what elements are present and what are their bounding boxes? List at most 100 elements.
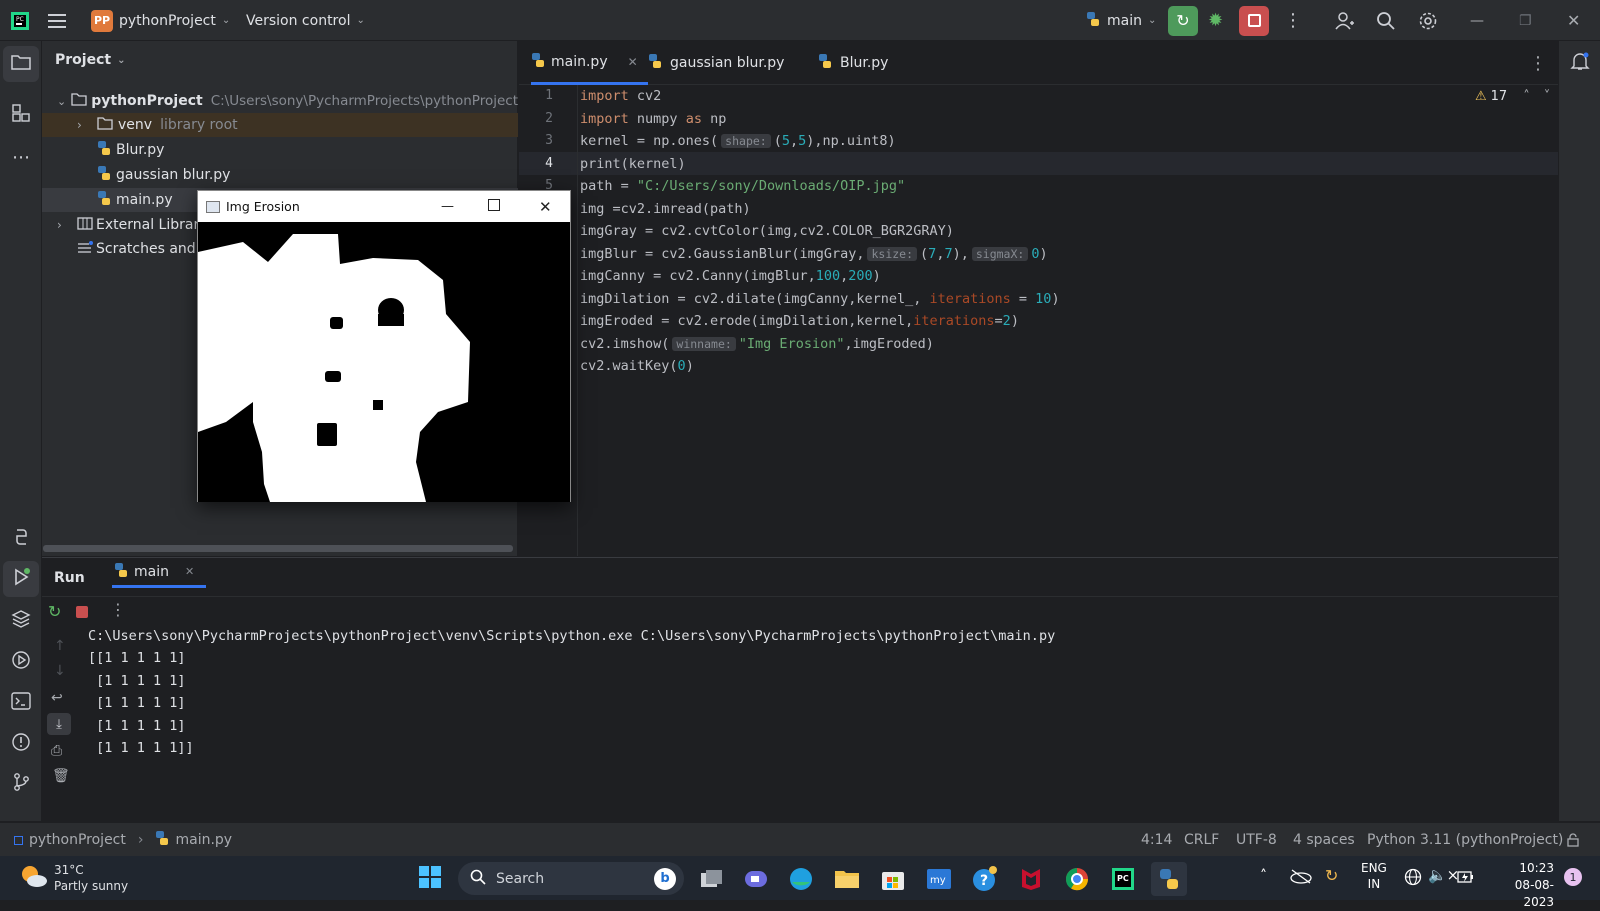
git-button[interactable] bbox=[0, 766, 42, 802]
problems-button[interactable] bbox=[0, 726, 42, 762]
file-name: main.py bbox=[116, 192, 173, 208]
tab-main-py[interactable]: main.py ✕ bbox=[531, 41, 648, 85]
scroll-down-icon[interactable]: ↓ bbox=[54, 663, 66, 679]
notifications-button[interactable] bbox=[1559, 45, 1600, 81]
lock-icon[interactable] bbox=[1566, 823, 1580, 857]
task-view-icon[interactable] bbox=[694, 862, 730, 896]
tree-row-file[interactable]: gaussian blur.py bbox=[42, 163, 518, 187]
run-tool-button[interactable] bbox=[3, 561, 39, 597]
taskbar-search-box[interactable]: Search b bbox=[458, 862, 684, 895]
file-explorer-icon[interactable] bbox=[829, 862, 865, 896]
python-window-taskbar-icon[interactable] bbox=[1151, 862, 1187, 896]
mcafee-icon[interactable] bbox=[1013, 862, 1049, 896]
python-interpreter[interactable]: Python 3.11 (pythonProject) bbox=[1367, 823, 1563, 857]
network-globe-icon[interactable] bbox=[1404, 868, 1422, 890]
services-icon bbox=[11, 650, 31, 674]
tree-row-venv[interactable]: › venv library root bbox=[42, 113, 518, 137]
project-switcher[interactable]: PP pythonProject ⌄ bbox=[91, 0, 230, 41]
python-packages-button[interactable] bbox=[0, 603, 42, 639]
services-button[interactable] bbox=[0, 644, 42, 680]
code-editor[interactable]: ⚠ 17 ˄ ˅ 1 2 3 4 5 6 7 8 9 10 11 12 13 i… bbox=[519, 85, 1558, 556]
chevron-down-icon: ⌄ bbox=[356, 15, 365, 26]
stop-icon[interactable] bbox=[76, 606, 88, 618]
version-control-menu[interactable]: Version control ⌄ bbox=[246, 0, 365, 41]
pycharm-taskbar-icon[interactable]: PC bbox=[1105, 862, 1141, 896]
python-console-button[interactable] bbox=[0, 521, 42, 557]
start-button[interactable] bbox=[412, 862, 448, 896]
help-icon[interactable]: ? bbox=[967, 862, 1003, 896]
more-tools-icon[interactable]: ⋯ bbox=[0, 139, 42, 175]
soft-wrap-icon[interactable]: ↩ bbox=[51, 690, 63, 706]
meet-icon[interactable] bbox=[738, 862, 774, 896]
edge-icon[interactable] bbox=[783, 862, 819, 896]
weather-desc: Partly sunny bbox=[54, 879, 129, 893]
close-tab-icon[interactable]: ✕ bbox=[185, 565, 194, 578]
main-menu-icon[interactable] bbox=[48, 0, 66, 41]
settings-gear-icon[interactable] bbox=[1418, 0, 1438, 41]
structure-tool-button[interactable] bbox=[0, 97, 42, 133]
store-icon[interactable] bbox=[875, 862, 911, 896]
chevron-down-icon[interactable]: ˅ bbox=[1544, 89, 1551, 104]
scroll-up-icon[interactable]: ↑ bbox=[54, 638, 66, 654]
add-user-icon[interactable] bbox=[1334, 0, 1354, 41]
search-label: Search bbox=[496, 870, 545, 887]
line-separator[interactable]: CRLF bbox=[1184, 823, 1219, 857]
chevron-down-icon: ⌄ bbox=[221, 15, 231, 26]
sync-icon[interactable]: ↻ bbox=[1325, 866, 1338, 885]
notification-badge[interactable]: 1 bbox=[1564, 868, 1582, 886]
status-bar: pythonProject › main.py 4:14 CRLF UTF-8 … bbox=[0, 822, 1600, 856]
tab-options-icon[interactable]: ⋮ bbox=[1529, 41, 1547, 85]
run-config-selector[interactable]: main ⌄ bbox=[1085, 0, 1156, 41]
terminal-button[interactable] bbox=[0, 685, 42, 721]
clock[interactable]: 10:23 08-08-2023 bbox=[1490, 860, 1554, 911]
caret-position[interactable]: 4:14 bbox=[1141, 823, 1172, 857]
tree-row-file[interactable]: Blur.py bbox=[42, 138, 518, 162]
close-window-icon[interactable]: ✕ bbox=[1567, 0, 1580, 41]
python-file-icon bbox=[97, 191, 111, 209]
pycharm-logo-icon[interactable]: PC bbox=[10, 0, 30, 41]
console-line: [1 1 1 1 1] bbox=[88, 718, 186, 734]
minimize-icon[interactable]: — bbox=[441, 199, 454, 214]
image-window-titlebar[interactable]: Img Erosion — ✕ bbox=[198, 191, 570, 222]
bug-icon: ✹ bbox=[1208, 10, 1224, 31]
show-hidden-icons-icon[interactable]: ˄ bbox=[1260, 868, 1267, 884]
language-indicator[interactable]: ENG IN bbox=[1361, 860, 1387, 892]
breadcrumb-project[interactable]: pythonProject bbox=[29, 832, 126, 848]
battery-icon[interactable] bbox=[1456, 868, 1474, 890]
volume-muted-icon[interactable]: 🔈× bbox=[1428, 866, 1459, 884]
more-actions-icon[interactable]: ⋮ bbox=[110, 600, 126, 619]
search-icon[interactable] bbox=[1376, 0, 1396, 41]
print-icon[interactable]: ⎙ bbox=[51, 743, 62, 759]
restore-window-icon[interactable]: ❐ bbox=[1519, 0, 1532, 41]
minimize-window-icon[interactable]: — bbox=[1470, 0, 1484, 41]
onedrive-icon[interactable] bbox=[1290, 868, 1312, 888]
run-tab-main[interactable]: main ✕ bbox=[112, 558, 207, 588]
project-view-selector[interactable]: Project ⌄ bbox=[55, 52, 125, 68]
stop-button[interactable] bbox=[1239, 0, 1269, 41]
debug-button[interactable]: ✹ bbox=[1208, 0, 1223, 41]
close-tab-icon[interactable]: ✕ bbox=[628, 55, 638, 69]
weather-widget[interactable]: 31°C Partly sunny bbox=[18, 862, 128, 894]
maximize-icon[interactable] bbox=[488, 199, 500, 211]
project-tool-button[interactable] bbox=[3, 46, 39, 82]
chrome-icon[interactable] bbox=[1059, 862, 1095, 896]
inspection-widget[interactable]: ⚠ 17 ˄ ˅ bbox=[1475, 89, 1550, 104]
rerun-button[interactable]: ↻ bbox=[1168, 0, 1198, 41]
file-encoding[interactable]: UTF-8 bbox=[1236, 823, 1277, 857]
rerun-icon[interactable]: ↻ bbox=[48, 602, 61, 621]
code-line: imgGray = cv2.cvtColor(img,cv2.COLOR_BGR… bbox=[580, 223, 954, 239]
horizontal-scrollbar[interactable] bbox=[43, 545, 513, 552]
app-icon-blue[interactable]: my bbox=[921, 862, 957, 896]
code-line: imgCanny = cv2.Canny(imgBlur,100,200) bbox=[580, 268, 881, 284]
more-actions-icon[interactable]: ⋮ bbox=[1284, 0, 1302, 41]
tab-blur-py[interactable]: Blur.py bbox=[818, 41, 888, 85]
breadcrumb-file[interactable]: main.py bbox=[175, 832, 232, 848]
tab-gaussian-blur-py[interactable]: gaussian blur.py bbox=[648, 41, 784, 85]
python-icon bbox=[1085, 11, 1101, 31]
indent-setting[interactable]: 4 spaces bbox=[1293, 823, 1355, 857]
tree-root-row[interactable]: ⌄ pythonProject C:\Users\sony\PycharmPro… bbox=[42, 89, 518, 113]
close-icon[interactable]: ✕ bbox=[539, 198, 552, 216]
chevron-up-icon[interactable]: ˄ bbox=[1523, 89, 1530, 104]
scroll-to-end-icon[interactable]: ⤓ bbox=[47, 713, 71, 735]
trash-icon[interactable]: 🗑 bbox=[52, 768, 70, 784]
